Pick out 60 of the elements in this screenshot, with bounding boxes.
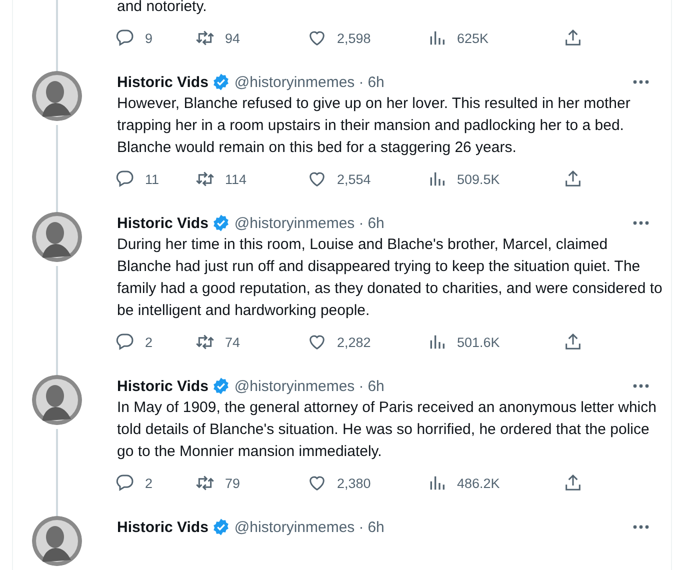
- more-icon[interactable]: [633, 221, 649, 225]
- share-icon[interactable]: [563, 332, 583, 352]
- avatar[interactable]: [32, 375, 82, 425]
- post-time: 6h: [368, 518, 384, 536]
- heart-icon[interactable]: [307, 28, 327, 48]
- view-count: 486.2K: [457, 476, 500, 490]
- post-time: 6h: [368, 74, 384, 90]
- separator-dot: ·: [358, 518, 364, 536]
- tweet-text: In May of 1909, the general attorney of Paris received an anonymous letter which told details of Blanche's situation. He was so horrified, he ordered that the police go to the Monnier mansion immediately.: [117, 398, 658, 462]
- reply-count: 2: [145, 334, 153, 350]
- tweet-text: During her time in this room, Louise and Blache's brother, Marcel, claimed Blanche had just run off and disappeared trying to keep the situation quiet. The family had a good reputation, as they donated to charities, and were considered to be intelligent and hardworking people.: [117, 235, 664, 321]
- share-icon[interactable]: [563, 473, 583, 493]
- view-count: 625K: [457, 30, 489, 46]
- author-name[interactable]: Historic Vids: [117, 518, 208, 536]
- view-count: 501.6K: [457, 334, 500, 350]
- tweet-text: However, Blanche refused to give up on her lover. This resulted in her mother trapping her in a room upstairs in their mansion and padlocking her to a bed. Blanche would remain on this bed for a staggering 26 years.: [117, 94, 632, 158]
- more-icon[interactable]: [633, 384, 649, 388]
- author-handle: @historyinmemes: [234, 214, 355, 232]
- separator-dot: ·: [358, 378, 364, 394]
- view-count: 509.5K: [457, 172, 500, 186]
- reply-icon[interactable]: [115, 332, 135, 352]
- reply-icon[interactable]: [115, 169, 135, 189]
- retweet-icon[interactable]: [195, 28, 215, 48]
- avatar[interactable]: [32, 71, 82, 121]
- retweet-count: 79: [225, 476, 240, 490]
- tweet-text: and notoriety.: [117, 0, 208, 17]
- heart-icon[interactable]: [307, 332, 327, 352]
- author-handle: @historyinmemes: [234, 378, 355, 394]
- more-icon[interactable]: [633, 80, 649, 84]
- separator-dot: ·: [358, 74, 364, 90]
- retweet-count: 114: [225, 172, 247, 186]
- author-name[interactable]: Historic Vids: [117, 214, 208, 232]
- avatar[interactable]: [32, 212, 82, 262]
- heart-icon[interactable]: [307, 169, 327, 189]
- reply-icon[interactable]: [115, 28, 135, 48]
- share-icon[interactable]: [563, 28, 583, 48]
- heart-icon[interactable]: [307, 473, 327, 493]
- like-count: 2,598: [337, 30, 371, 46]
- retweet-icon[interactable]: [195, 169, 215, 189]
- reply-count: 11: [145, 172, 160, 186]
- post-time: 6h: [368, 378, 384, 394]
- like-count: 2,282: [337, 334, 371, 350]
- avatar[interactable]: [32, 516, 82, 566]
- retweet-count: 74: [225, 334, 240, 350]
- separator-dot: ·: [358, 214, 364, 232]
- retweet-icon[interactable]: [195, 473, 215, 493]
- author-name[interactable]: Historic Vids: [117, 378, 208, 394]
- like-count: 2,554: [337, 172, 371, 186]
- retweet-count: 94: [225, 30, 240, 46]
- author-name[interactable]: Historic Vids: [117, 74, 208, 90]
- like-count: 2,380: [337, 476, 371, 490]
- retweet-icon[interactable]: [195, 332, 215, 352]
- reply-count: 9: [145, 30, 153, 46]
- share-icon[interactable]: [563, 169, 583, 189]
- more-icon[interactable]: [633, 525, 649, 529]
- post-time: 6h: [368, 214, 384, 232]
- reply-icon[interactable]: [115, 473, 135, 493]
- author-handle: @historyinmemes: [234, 74, 355, 90]
- author-handle: @historyinmemes: [234, 518, 355, 536]
- reply-count: 2: [145, 476, 153, 490]
